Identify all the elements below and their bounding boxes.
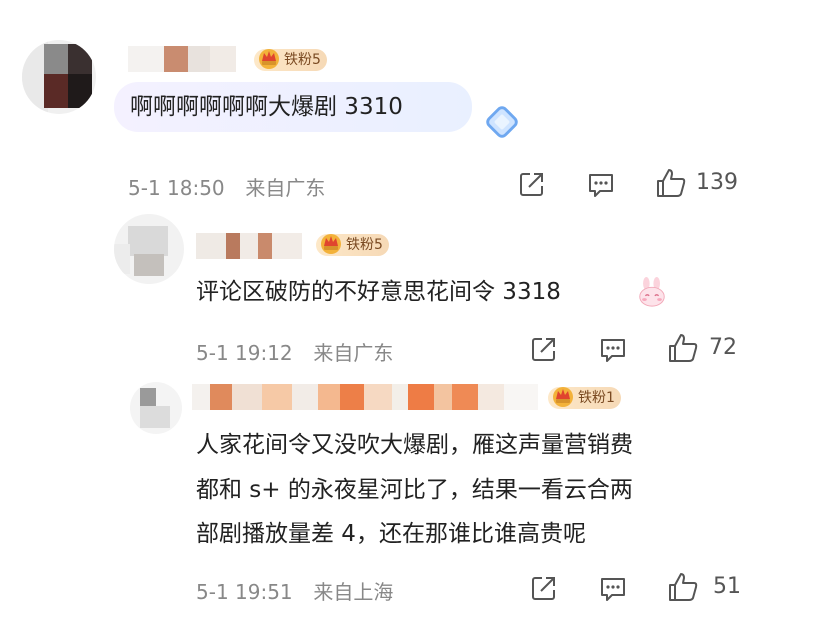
- fan-badge[interactable]: 铁粉5: [254, 49, 327, 71]
- share-icon[interactable]: [517, 169, 547, 199]
- avatar[interactable]: [22, 40, 96, 114]
- crown-icon: [321, 234, 341, 254]
- timestamp: 5-1 18:50: [128, 176, 225, 200]
- like-icon[interactable]: [667, 571, 699, 603]
- fan-badge-label: 铁粉5: [284, 52, 321, 68]
- crown-icon: [553, 387, 573, 407]
- location: 来自上海: [313, 580, 394, 604]
- timestamp: 5-1 19:12: [196, 341, 293, 365]
- fan-badge-label: 铁粉1: [578, 390, 615, 406]
- like-icon[interactable]: [667, 332, 699, 364]
- location: 来自广东: [245, 176, 326, 200]
- like-count: 51: [713, 574, 741, 599]
- comment-icon[interactable]: [586, 169, 616, 199]
- fan-badge[interactable]: 铁粉5: [316, 234, 389, 256]
- comment-meta: 5-1 19:12 来自广东: [196, 337, 393, 366]
- avatar[interactable]: [114, 214, 184, 284]
- like-icon[interactable]: [655, 167, 687, 199]
- fan-badge-label: 铁粉5: [346, 237, 383, 253]
- fan-badge[interactable]: 铁粉1: [548, 387, 621, 409]
- comment-text: 评论区破防的不好意思花间令 3318: [196, 279, 561, 305]
- like-count: 72: [709, 335, 737, 360]
- share-icon[interactable]: [529, 334, 559, 364]
- comment-icon[interactable]: [598, 334, 628, 364]
- comment-icon[interactable]: [598, 573, 628, 603]
- comment-meta: 5-1 18:50 来自广东: [128, 172, 325, 201]
- share-icon[interactable]: [529, 573, 559, 603]
- comment-text-line-2: 都和 s+ 的永夜星河比了，结果一看云合两: [196, 477, 633, 503]
- emoji-bunny-icon: [639, 276, 665, 307]
- comment-text: 啊啊啊啊啊啊大爆剧 3310: [130, 94, 403, 120]
- comment-meta: 5-1 19:51 来自上海: [196, 576, 393, 605]
- comment-text-line-1: 人家花间令又没吹大爆剧，雁这声量营销费: [196, 432, 633, 458]
- crown-icon: [259, 49, 279, 69]
- avatar[interactable]: [130, 382, 182, 434]
- sticker-diamond-icon: [486, 106, 518, 138]
- location: 来自广东: [313, 341, 394, 365]
- like-count: 139: [696, 170, 738, 195]
- username-blurred[interactable]: [196, 233, 308, 259]
- username-blurred[interactable]: [128, 46, 246, 72]
- comment-text-line-3: 部剧播放量差 4，还在那谁比谁高贵呢: [196, 521, 586, 547]
- timestamp: 5-1 19:51: [196, 580, 293, 604]
- username-blurred[interactable]: [192, 384, 538, 410]
